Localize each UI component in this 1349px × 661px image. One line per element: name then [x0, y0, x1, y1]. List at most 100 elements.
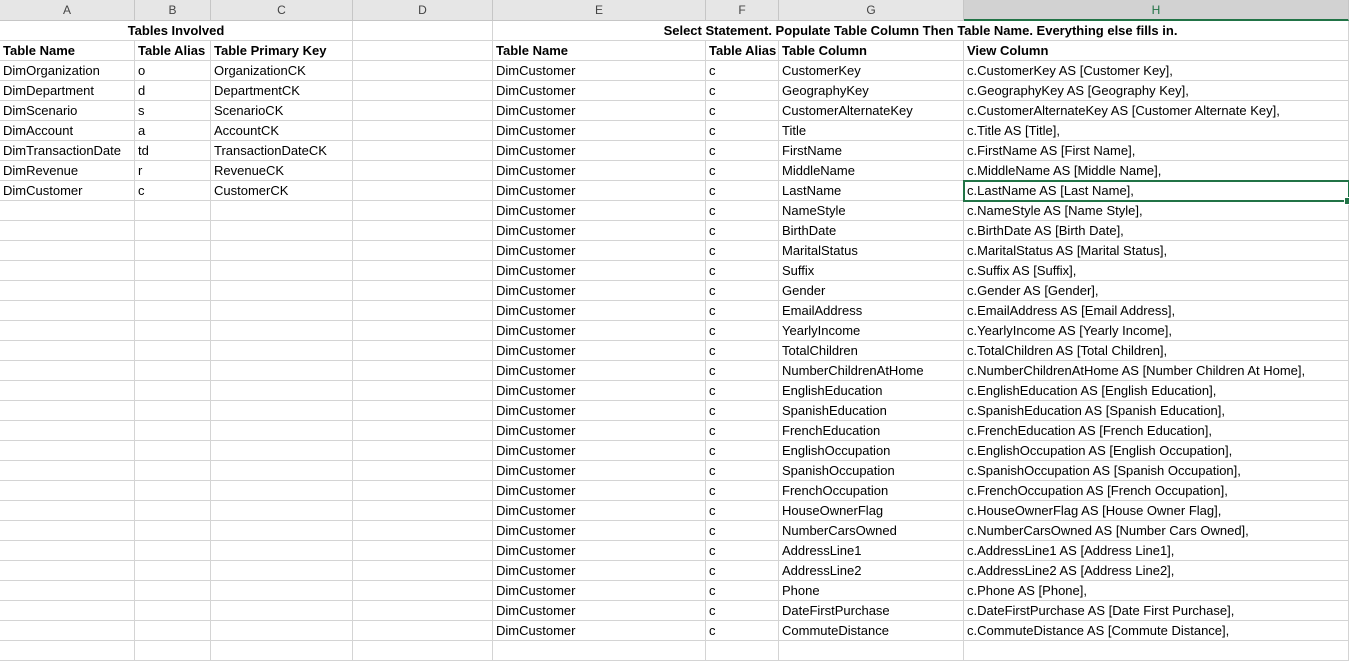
table-alias-cell[interactable]: [135, 201, 211, 221]
select-table-name-cell[interactable]: DimCustomer: [493, 241, 706, 261]
table-column-cell[interactable]: EmailAddress: [779, 301, 964, 321]
select-table-alias-cell[interactable]: c: [706, 441, 779, 461]
table-primary-key-cell[interactable]: [211, 421, 353, 441]
select-table-name-cell[interactable]: DimCustomer: [493, 101, 706, 121]
table-column-cell[interactable]: CommuteDistance: [779, 621, 964, 641]
table-column-cell[interactable]: Phone: [779, 581, 964, 601]
column-header-b[interactable]: B: [135, 0, 211, 21]
table-column-cell[interactable]: FirstName: [779, 141, 964, 161]
view-column-cell[interactable]: c.EnglishOccupation AS [English Occupati…: [964, 441, 1349, 461]
cell-d1[interactable]: [353, 21, 493, 41]
table-primary-key-cell[interactable]: [211, 401, 353, 421]
select-table-name-cell[interactable]: DimCustomer: [493, 301, 706, 321]
empty-cell[interactable]: [353, 461, 493, 481]
table-alias-cell[interactable]: [135, 621, 211, 641]
table-name-cell[interactable]: [0, 381, 135, 401]
select-table-alias-cell[interactable]: c: [706, 321, 779, 341]
header-cell-e[interactable]: Table Name: [493, 41, 706, 61]
table-primary-key-cell[interactable]: ScenarioCK: [211, 101, 353, 121]
empty-cell[interactable]: [353, 181, 493, 201]
table-primary-key-cell[interactable]: [211, 301, 353, 321]
empty-cell[interactable]: [353, 521, 493, 541]
table-primary-key-cell[interactable]: [211, 561, 353, 581]
select-table-name-cell[interactable]: [493, 641, 706, 661]
column-header-a[interactable]: A: [0, 0, 135, 21]
table-alias-cell[interactable]: [135, 521, 211, 541]
table-column-cell[interactable]: FrenchEducation: [779, 421, 964, 441]
view-column-cell[interactable]: c.FrenchEducation AS [French Education],: [964, 421, 1349, 441]
select-table-alias-cell[interactable]: c: [706, 341, 779, 361]
select-table-alias-cell[interactable]: c: [706, 601, 779, 621]
table-column-cell[interactable]: SpanishOccupation: [779, 461, 964, 481]
table-name-cell[interactable]: [0, 301, 135, 321]
table-name-cell[interactable]: DimOrganization: [0, 61, 135, 81]
table-alias-cell[interactable]: r: [135, 161, 211, 181]
table-name-cell[interactable]: [0, 341, 135, 361]
column-header-f[interactable]: F: [706, 0, 779, 21]
empty-cell[interactable]: [353, 441, 493, 461]
select-table-name-cell[interactable]: DimCustomer: [493, 81, 706, 101]
table-primary-key-cell[interactable]: [211, 381, 353, 401]
table-alias-cell[interactable]: [135, 341, 211, 361]
table-name-cell[interactable]: [0, 201, 135, 221]
table-primary-key-cell[interactable]: RevenueCK: [211, 161, 353, 181]
select-table-alias-cell[interactable]: c: [706, 421, 779, 441]
view-column-cell[interactable]: c.AddressLine1 AS [Address Line1],: [964, 541, 1349, 561]
select-table-name-cell[interactable]: DimCustomer: [493, 441, 706, 461]
table-name-cell[interactable]: [0, 261, 135, 281]
table-alias-cell[interactable]: [135, 221, 211, 241]
empty-cell[interactable]: [353, 241, 493, 261]
view-column-cell[interactable]: c.YearlyIncome AS [Yearly Income],: [964, 321, 1349, 341]
table-alias-cell[interactable]: [135, 561, 211, 581]
select-table-alias-cell[interactable]: c: [706, 201, 779, 221]
select-table-name-cell[interactable]: DimCustomer: [493, 341, 706, 361]
select-table-alias-cell[interactable]: c: [706, 361, 779, 381]
column-header-d[interactable]: D: [353, 0, 493, 21]
select-table-alias-cell[interactable]: c: [706, 461, 779, 481]
empty-cell[interactable]: [353, 101, 493, 121]
select-table-name-cell[interactable]: DimCustomer: [493, 581, 706, 601]
header-cell-f[interactable]: Table Alias: [706, 41, 779, 61]
select-table-alias-cell[interactable]: c: [706, 241, 779, 261]
table-column-cell[interactable]: SpanishEducation: [779, 401, 964, 421]
header-cell-h[interactable]: View Column: [964, 41, 1349, 61]
table-alias-cell[interactable]: [135, 581, 211, 601]
select-table-alias-cell[interactable]: c: [706, 261, 779, 281]
select-table-alias-cell[interactable]: [706, 641, 779, 661]
empty-cell[interactable]: [353, 121, 493, 141]
table-column-cell[interactable]: MaritalStatus: [779, 241, 964, 261]
table-name-cell[interactable]: DimRevenue: [0, 161, 135, 181]
table-alias-cell[interactable]: [135, 381, 211, 401]
select-table-name-cell[interactable]: DimCustomer: [493, 381, 706, 401]
table-alias-cell[interactable]: c: [135, 181, 211, 201]
table-name-cell[interactable]: [0, 421, 135, 441]
empty-cell[interactable]: [353, 401, 493, 421]
table-column-cell[interactable]: Gender: [779, 281, 964, 301]
cell-d2[interactable]: [353, 41, 493, 61]
table-column-cell[interactable]: [779, 641, 964, 661]
select-table-name-cell[interactable]: DimCustomer: [493, 321, 706, 341]
empty-cell[interactable]: [353, 481, 493, 501]
select-table-name-cell[interactable]: DimCustomer: [493, 541, 706, 561]
header-cell-a[interactable]: Table Name: [0, 41, 135, 61]
select-table-name-cell[interactable]: DimCustomer: [493, 621, 706, 641]
empty-cell[interactable]: [353, 381, 493, 401]
select-table-alias-cell[interactable]: c: [706, 501, 779, 521]
select-table-alias-cell[interactable]: c: [706, 61, 779, 81]
table-name-cell[interactable]: [0, 441, 135, 461]
table-primary-key-cell[interactable]: [211, 441, 353, 461]
empty-cell[interactable]: [353, 541, 493, 561]
table-column-cell[interactable]: EnglishEducation: [779, 381, 964, 401]
table-alias-cell[interactable]: s: [135, 101, 211, 121]
empty-cell[interactable]: [353, 341, 493, 361]
table-column-cell[interactable]: LastName: [779, 181, 964, 201]
table-primary-key-cell[interactable]: [211, 581, 353, 601]
select-table-name-cell[interactable]: DimCustomer: [493, 281, 706, 301]
empty-cell[interactable]: [353, 261, 493, 281]
empty-cell[interactable]: [353, 81, 493, 101]
select-table-alias-cell[interactable]: c: [706, 121, 779, 141]
view-column-cell[interactable]: c.NameStyle AS [Name Style],: [964, 201, 1349, 221]
table-name-cell[interactable]: [0, 581, 135, 601]
table-column-cell[interactable]: NumberCarsOwned: [779, 521, 964, 541]
empty-cell[interactable]: [353, 61, 493, 81]
